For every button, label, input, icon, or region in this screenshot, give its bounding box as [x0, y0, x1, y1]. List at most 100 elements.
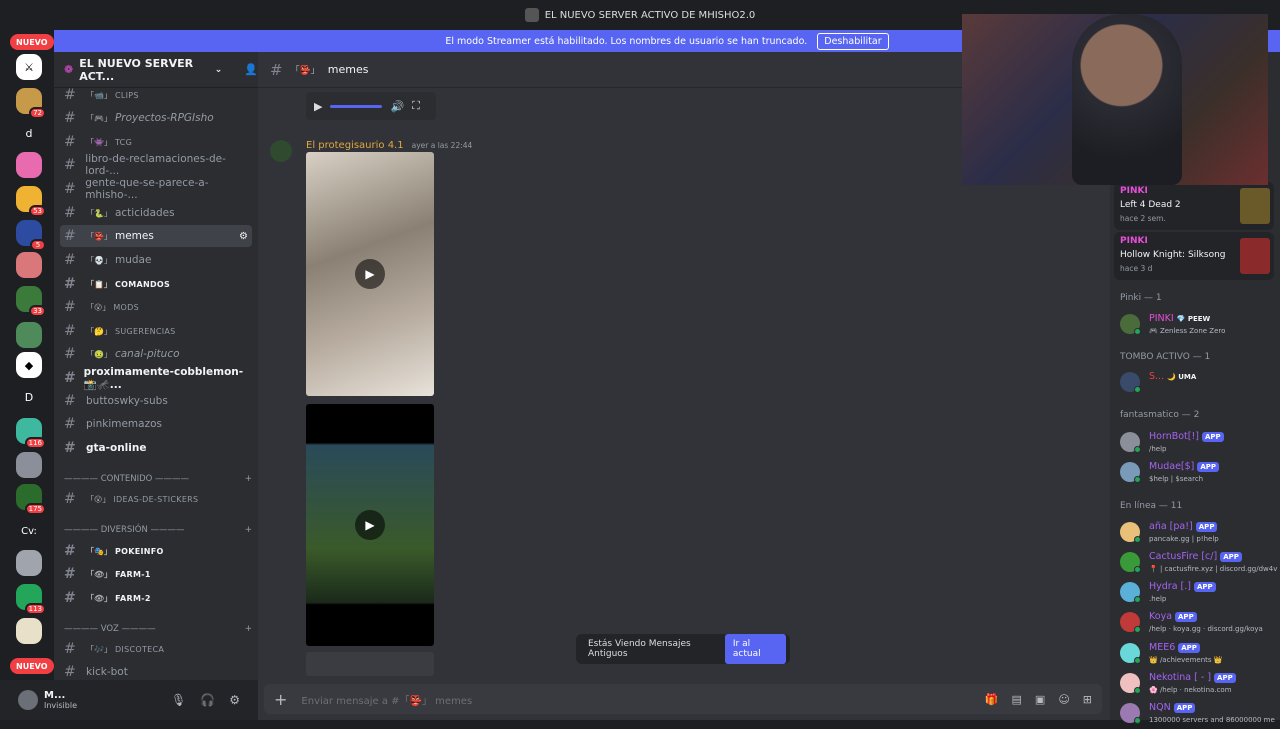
channel2-0[interactable]: # 「😮」 IDEAS-DE-STICKERS [60, 488, 252, 510]
channel-7[interactable]: # 「💀」 mudae [60, 249, 252, 271]
sticker-icon[interactable]: ▣ [1035, 693, 1045, 706]
message-input[interactable]: Enviar mensaje a #「👺」 memes [301, 692, 472, 707]
fullscreen-icon[interactable]: ⛶ [412, 99, 420, 113]
status-dot [1134, 328, 1141, 335]
hash-icon: # [64, 181, 76, 197]
add-channel-icon[interactable]: + [245, 525, 252, 535]
avatar[interactable] [270, 140, 292, 162]
server-icon[interactable] [16, 152, 42, 178]
app-badge: APP [1197, 461, 1220, 472]
member-row[interactable]: aña [pa!] APP pancake.gg | p!help [1120, 518, 1278, 548]
channel-emoji: 「🐍」 [86, 208, 112, 218]
channel-13[interactable]: # buttoswky-subs [60, 390, 252, 412]
add-channel-icon[interactable]: + [245, 474, 252, 484]
member-row[interactable]: Koya APP/help · koya.gg · discord.gg/koya [1120, 608, 1278, 638]
volume-slider[interactable] [330, 104, 383, 108]
server-icon[interactable] [16, 452, 42, 478]
headphones-icon[interactable]: 🎧 [200, 693, 215, 707]
avatar[interactable] [18, 690, 38, 710]
member-row[interactable]: MEE6 APP 👑 /achievements 👑 [1120, 639, 1278, 669]
server-icon[interactable]: d [16, 120, 42, 146]
channel-1[interactable]: # 「🎮」 Proyectos-RPGIsho [60, 107, 252, 129]
apps-icon[interactable]: ⊞ [1083, 693, 1092, 706]
server-icon[interactable]: ◆ [16, 352, 42, 378]
play-icon[interactable]: ▶ [355, 510, 385, 540]
hash-icon: # [64, 110, 76, 126]
server-icon[interactable]: ⚔ [16, 54, 42, 80]
add-channel-icon[interactable]: + [245, 624, 252, 634]
member-name: Hydra [.] [1149, 581, 1191, 592]
old-messages-bar: Estás Viendo Mensajes Antiguos Ir al act… [576, 634, 790, 664]
emoji-icon[interactable]: ☺ [1058, 693, 1069, 706]
gear-icon[interactable]: ⚙ [229, 693, 240, 707]
gift-icon[interactable]: 🎁 [985, 693, 999, 706]
mention-badge: 175 [24, 503, 46, 515]
channel-6[interactable]: # 「👺」 memes ⚙ [60, 225, 252, 247]
channel-2[interactable]: # 「👾」 TCG [60, 131, 252, 153]
server-icon[interactable]: D [16, 384, 42, 410]
gif-icon[interactable]: ▤ [1012, 693, 1022, 706]
server-icon[interactable]: Cv: [16, 518, 42, 544]
server-icon[interactable] [16, 618, 42, 644]
server-icon[interactable] [16, 550, 42, 576]
channel-4[interactable]: # gente-que-se-parece-a-mhisho-... [60, 177, 252, 201]
jump-to-present-button[interactable]: Ir al actual [724, 634, 786, 664]
channel2-4[interactable]: # 「🎶」 DISCOTECA [60, 638, 252, 660]
message-author[interactable]: El protegisaurio 4.1 [306, 140, 404, 151]
audio-player[interactable]: ▶ 🔊 ⛶ [306, 92, 436, 120]
video-attachment[interactable]: ▶ [306, 404, 434, 646]
member-row[interactable]: CactusFire [c/] APP 📍 | cactusfire.xyz | d… [1120, 548, 1278, 578]
category-diversion[interactable]: ———— DIVERSIÓN ———— + [64, 525, 252, 535]
message-composer[interactable]: + Enviar mensaje a #「👺」 memes 🎁 ▤ ▣ ☺ ⊞ [264, 684, 1102, 714]
channel-12[interactable]: # proximamente-cobblemon-📸🦟... [60, 366, 252, 391]
server-icon[interactable]: 5 [16, 220, 46, 251]
channel2-1[interactable]: # 「🎭」 POKEINFO [60, 540, 252, 562]
server-header[interactable]: ❁ EL NUEVO SERVER ACT... ⌄ 👤 [54, 52, 258, 88]
activity-card[interactable]: PINKI Hollow Knight: Silksong hace 3 d [1114, 232, 1274, 280]
channel-0[interactable]: # 「📹」 CLIPS [60, 84, 252, 106]
play-icon[interactable]: ▶ [355, 259, 385, 289]
video-attachment[interactable]: ▶ [306, 152, 434, 396]
hash-icon: # [64, 393, 76, 409]
server-icon[interactable]: 113 [16, 584, 46, 615]
member-row[interactable]: Nekotina [ - ] APP 🌸 /help · nekotina.com [1120, 669, 1278, 699]
disable-streamer-button[interactable]: Deshabilitar [817, 32, 889, 50]
member-row[interactable]: PINKI 💎 PEEW 🎮 Zenless Zone Zero [1120, 310, 1278, 340]
speaker-icon[interactable]: 🔊 [390, 100, 404, 113]
member-row[interactable]: Mudae[$] APP $help | $search [1120, 458, 1278, 488]
channel2-2[interactable]: # 「👁」 FARM-1 [60, 563, 252, 585]
server-icon[interactable]: 175 [16, 484, 46, 515]
channel2-3[interactable]: # 「👁」 FARM-2 [60, 587, 252, 609]
channel-10[interactable]: # 「🤔」 SUGERENCIAS [60, 320, 252, 342]
channel-8[interactable]: # 「📋」 COMANDOS [60, 273, 252, 295]
play-icon[interactable]: ▶ [314, 100, 322, 113]
channel-9[interactable]: # 「😮」 MODS [60, 296, 252, 318]
channel-label: acticidades [114, 207, 175, 219]
invite-icon[interactable]: 👤 [244, 63, 258, 76]
video-attachment[interactable] [306, 652, 434, 676]
server-icon[interactable] [16, 322, 42, 348]
member-row[interactable]: NQN APP 1300000 servers and 86000000 me [1120, 699, 1278, 729]
channel-3[interactable]: # libro-de-reclamaciones-de-lord-... [60, 153, 252, 177]
member-row[interactable]: Hydra [.] APP .help [1120, 578, 1278, 608]
channel-15[interactable]: # gta-online [60, 437, 252, 459]
activity-card[interactable]: PINKI Left 4 Dead 2 hace 2 sem. [1114, 182, 1274, 230]
member-tag: 💎 PEEW [1176, 314, 1211, 323]
member-row[interactable]: HornBot[!] APP/help [1120, 428, 1278, 458]
user-status: Invisible [44, 701, 77, 710]
server-icon[interactable]: 72 [16, 88, 46, 119]
member-row[interactable]: S... 🌙 UMA [1120, 368, 1278, 398]
hash-icon: # [64, 323, 76, 339]
server-icon[interactable]: 53 [16, 186, 46, 217]
server-icon[interactable] [16, 252, 42, 278]
category-contenido[interactable]: ———— CONTENIDO ———— + [64, 474, 252, 484]
add-attachment-icon[interactable]: + [274, 690, 287, 709]
category-voz[interactable]: ———— VOZ ———— + [64, 624, 252, 634]
server-icon[interactable]: 33 [16, 286, 46, 317]
channel-14[interactable]: # pinkimemazos [60, 413, 252, 435]
microphone-icon[interactable]: 🎙 [171, 693, 186, 707]
channel-11[interactable]: # 「🤢」 canal-pituco [60, 343, 252, 365]
channel-5[interactable]: # 「🐍」 acticidades [60, 202, 252, 224]
server-icon[interactable]: 116 [16, 418, 46, 449]
gear-icon[interactable]: ⚙ [239, 231, 248, 242]
